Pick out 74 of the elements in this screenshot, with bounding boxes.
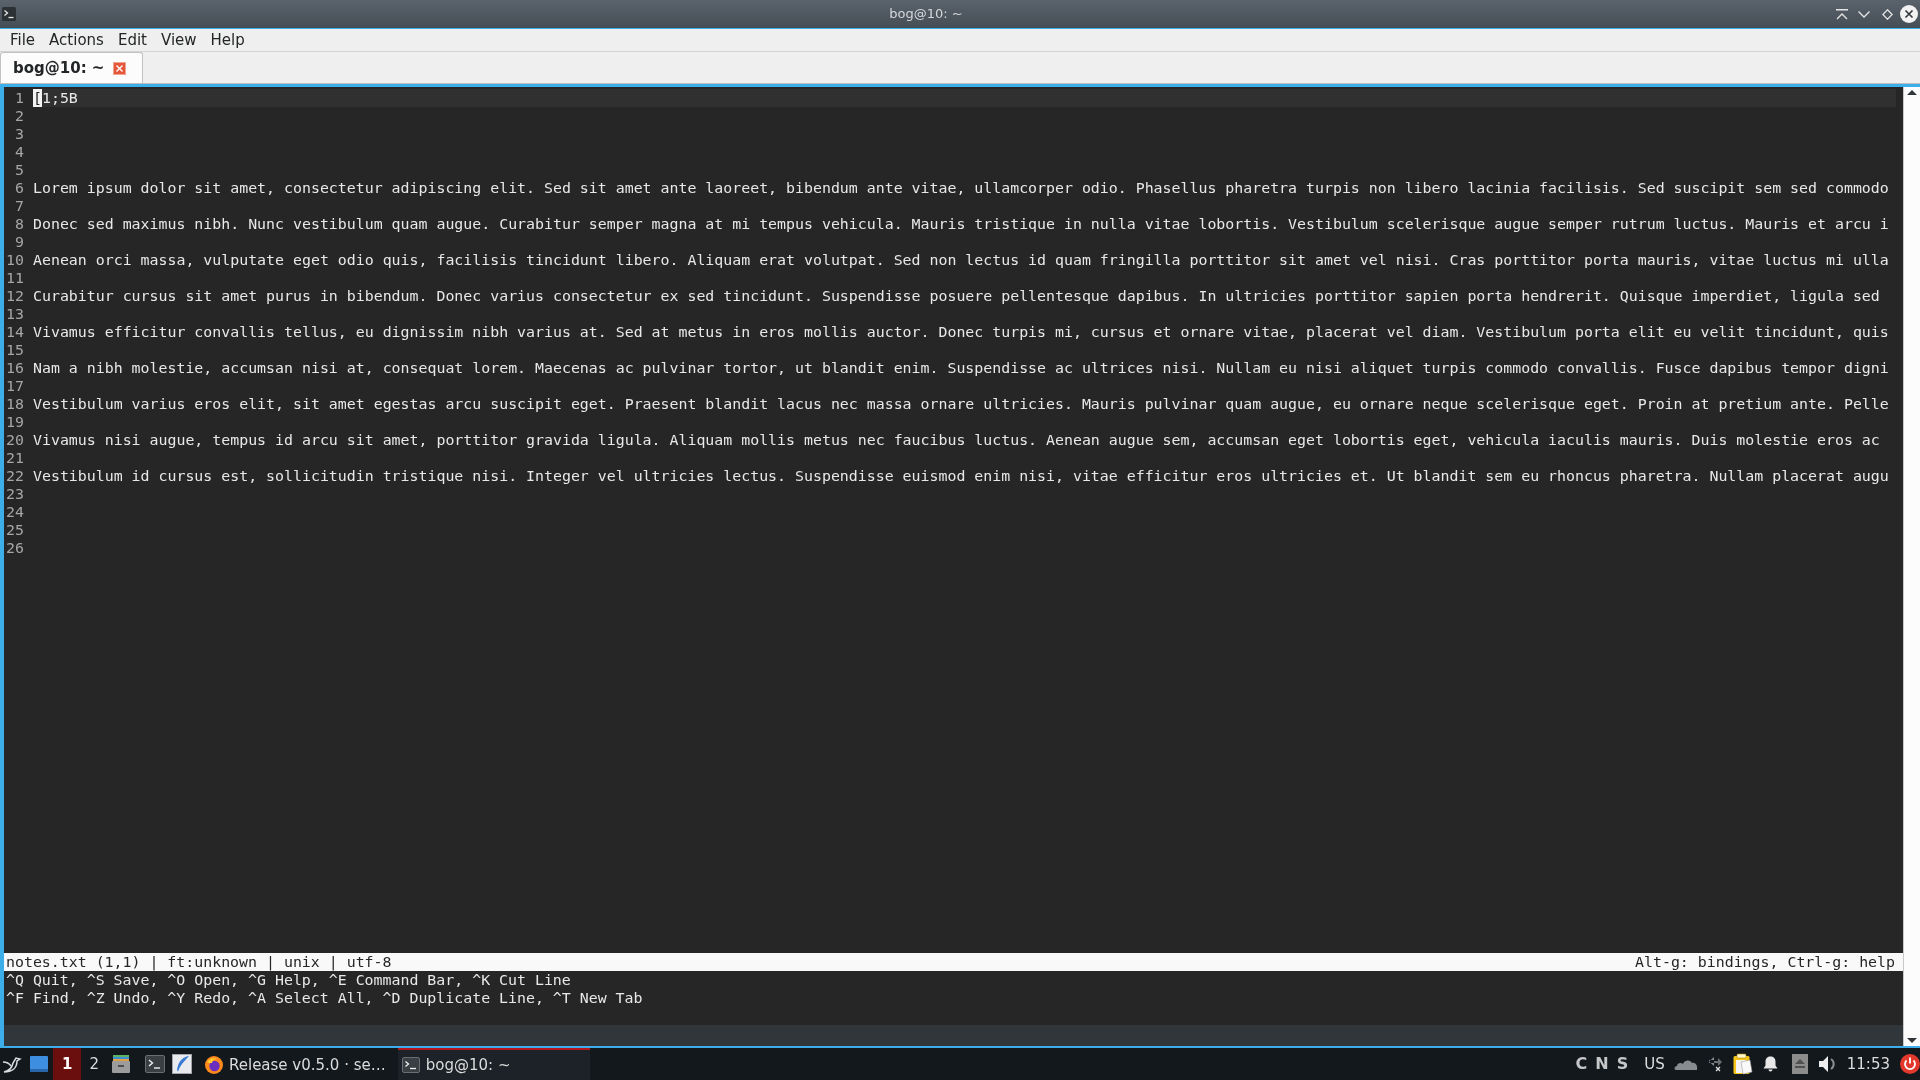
line-number: 4: [14, 143, 24, 161]
power-icon[interactable]: [1900, 1054, 1920, 1074]
code-line: Lorem ipsum dolor sit amet, consectetur adipiscing elit. Sed sit amet ante laoreet, bibendum ante vitae, ullamcorper odio. Phasellus pharetra turpis non libero lacinia facilisis. Sed suscipit sem sed commodo: [33, 179, 1890, 197]
line-number: 20: [6, 431, 24, 449]
scrollbar[interactable]: [1903, 87, 1920, 1046]
line-number: 1: [14, 89, 24, 107]
menu-item[interactable]: Edit: [110, 29, 154, 51]
line-number: 24: [6, 503, 24, 521]
line-number: 21: [6, 449, 24, 467]
workspace-button[interactable]: 1: [53, 1048, 82, 1080]
shortcut-hint: ^Q Quit, ^S Save, ^O Open, ^G Help, ^E Command Bar, ^K Cut Line: [6, 971, 571, 989]
file-cabinet-icon[interactable]: [111, 1054, 131, 1074]
clock: 11:53: [1846, 1053, 1890, 1075]
status-text: notes.txt (1,1) | ft:unknown | unix | utf-8: [6, 953, 392, 971]
line-number: 17: [6, 377, 24, 395]
cloud-icon[interactable]: [1673, 1058, 1698, 1070]
code-line: Vivamus nisi augue, tempus id arcu sit amet, porttitor gravida ligula. Aliquam mollis metus nec faucibus luctus. Aenean augue sem, accumsan eget lobortis eget, vehicula iaculis mauris. Duis molestie eros ac: [33, 431, 1881, 449]
line-number: 19: [6, 413, 24, 431]
menu-item[interactable]: Actions: [42, 29, 111, 51]
line-number: 6: [14, 179, 24, 197]
code-line: Vivamus efficitur convallis tellus, eu dignissim nibh varius at. Sed at metus in eros mollis auctor. Donec turpis mi, cursus et ornare vitae, placerat vel diam. Vestibulum porta elit eu velit tincidunt, quis: [33, 323, 1890, 341]
lock-indicator: S: [1616, 1053, 1629, 1075]
line-number: 10: [6, 251, 24, 269]
taskbar-button[interactable]: bog@10: ~: [397, 1048, 590, 1080]
line-number: 18: [6, 395, 24, 413]
line-number: 15: [6, 341, 24, 359]
code-line: Vestibulum varius eros elit, sit amet egestas arcu suscipit eget. Praesent blandit lacus nec massa ornare ultricies. Mauris pulvinar quam augue, eu ornare neque scelerisque eget. Proin at pretium ante. Pelle: [33, 395, 1890, 413]
chevron-up-bar-icon[interactable]: [1836, 8, 1848, 20]
feather-icon[interactable]: [172, 1054, 192, 1074]
line-number: 3: [14, 125, 24, 143]
code-line: Nam a nibh molestie, accumsan nisi at, consequat lorem. Maecenas ac pulvinar tortor, ut blandit enim. Suspendisse ac ultrices nisi. Nullam eu nisi aliquet turpis commodo convallis. Fusce dapibus tempor digni: [33, 359, 1890, 377]
status-hint: Alt-g: bindings, Ctrl-g: help: [1635, 953, 1895, 971]
line-number: 22: [6, 467, 24, 485]
eject-icon[interactable]: [1791, 1054, 1808, 1074]
down-triangle-icon[interactable]: [1907, 1038, 1917, 1043]
close-icon[interactable]: [1900, 5, 1918, 23]
keyboard-layout[interactable]: US: [1644, 1052, 1665, 1076]
speaker-icon[interactable]: [1817, 1055, 1838, 1073]
line-number: 14: [6, 323, 24, 341]
terminal-icon: [2, 7, 16, 21]
terminal-icon[interactable]: [145, 1055, 165, 1073]
up-triangle-icon[interactable]: [1907, 90, 1917, 95]
terminal-icon: [401, 1057, 420, 1073]
line-number: 25: [6, 521, 24, 539]
line-number: 11: [6, 269, 24, 287]
chevron-down-icon[interactable]: [1858, 10, 1870, 18]
diamond-icon[interactable]: [1882, 8, 1893, 20]
lock-indicator: N: [1595, 1053, 1609, 1075]
line-number: 5: [14, 161, 24, 179]
line-number: 13: [6, 305, 24, 323]
lock-indicator: C: [1575, 1053, 1588, 1075]
browser-icon: [205, 1056, 223, 1074]
taskbar-button[interactable]: Release v0.5.0 · se…: [201, 1048, 392, 1080]
line-number: 7: [14, 197, 24, 215]
line-number: 8: [14, 215, 24, 233]
terminal-tab[interactable]: bog@10: ~: [0, 52, 144, 83]
line-number: 23: [6, 485, 24, 503]
menu-item[interactable]: Help: [203, 29, 252, 51]
menu-item[interactable]: File: [3, 29, 43, 51]
menu-item[interactable]: View: [153, 29, 204, 51]
code-line: Curabitur cursus sit amet purus in bibendum. Donec varius consectetur ex sed tincidunt. Suspendisse posuere pellentesque dapibus. In ultricies porttitor sapien porta hendrerit. Quisque imperdiet, ligula sed: [33, 287, 1881, 305]
clipboard-icon[interactable]: [1732, 1053, 1753, 1075]
line-number: 2: [14, 107, 24, 125]
line-number: 9: [14, 233, 24, 251]
bell-icon[interactable]: [1762, 1056, 1778, 1072]
code-line: Donec sed maximus nibh. Nunc vestibulum quam augue. Curabitur semper magna at mi tempus vehicula. Mauris tristique in nulla vitae lobortis. Vestibulum scelerisque augue semper rutrum luctus. Mauris et arcu i: [33, 215, 1890, 233]
line-number: 16: [6, 359, 24, 377]
shortcut-hint: ^F Find, ^Z Undo, ^Y Redo, ^A Select All, ^D Duplicate Line, ^T New Tab: [6, 989, 643, 1007]
window-title: bog@10: ~: [889, 5, 963, 24]
code-line: Vestibulum id cursus est, sollicitudin tristique nisi. Integer vel ultricies lectus. Suspendisse euismod enim nisi, vitae efficitur eros ultricies et. Ut blandit sem eu rhoncus pharetra. Nullam placerat augu: [33, 467, 1890, 485]
code-line: Aenean orci massa, vulputate eget odio quis, facilisis tincidunt libero. Aliquam erat volutpat. Sed non lectus id quam fringilla porttitor sit amet vel nisi. Cras porttitor porta mauris, vitae luctus mi ulla: [33, 251, 1890, 269]
line-number: 12: [6, 287, 24, 305]
line-number: 26: [6, 539, 24, 557]
workspace-button[interactable]: 2: [83, 1048, 105, 1080]
